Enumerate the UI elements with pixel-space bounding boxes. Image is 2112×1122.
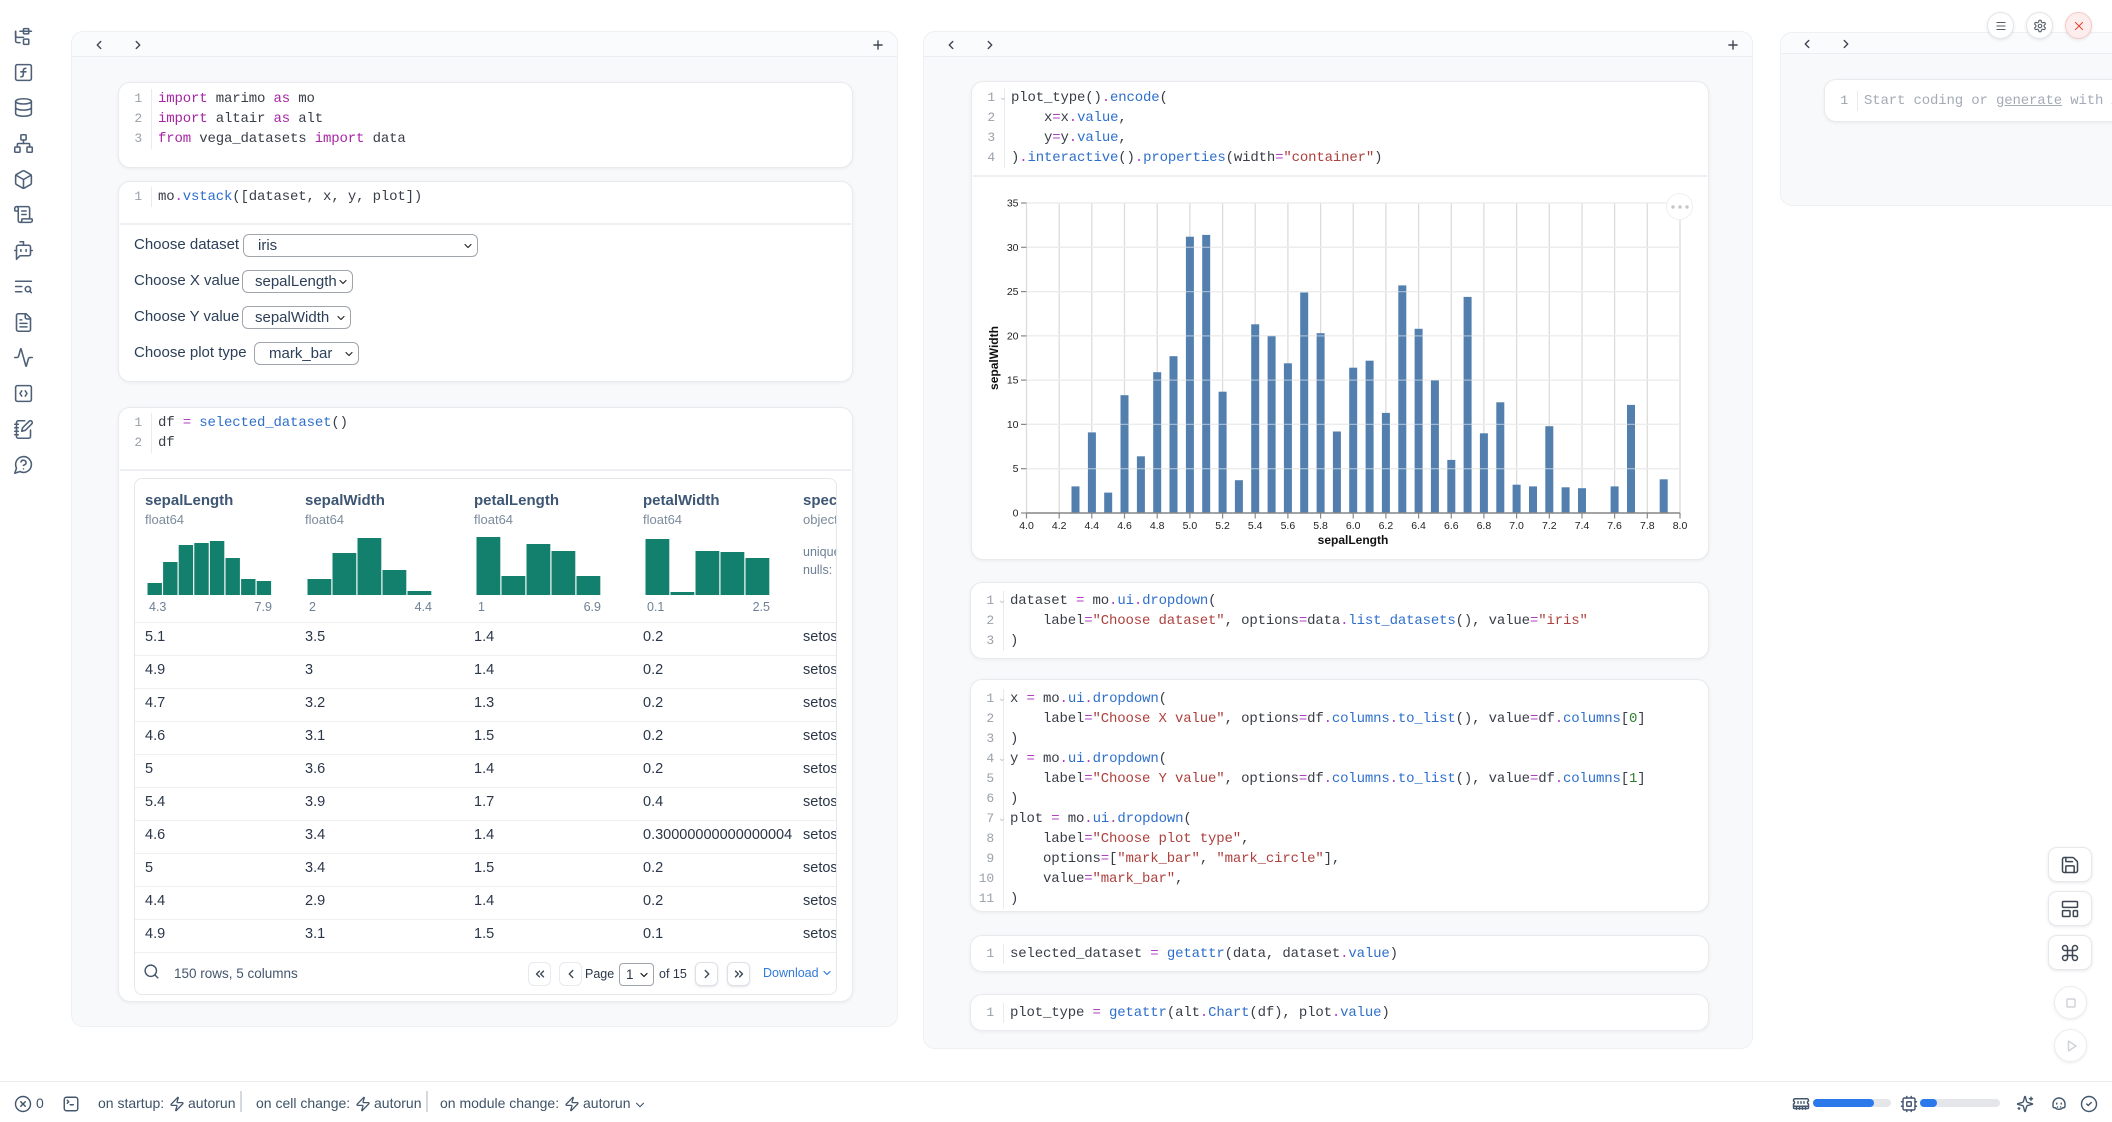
svg-text:4.8: 4.8 — [1150, 520, 1165, 532]
svg-text:7.0: 7.0 — [1509, 520, 1524, 532]
svg-text:6.2: 6.2 — [1379, 520, 1394, 532]
svg-text:25: 25 — [1007, 286, 1019, 298]
svg-text:4.0: 4.0 — [1019, 520, 1034, 532]
svg-text:6.6: 6.6 — [1444, 520, 1459, 532]
svg-text:5.4: 5.4 — [1248, 520, 1263, 532]
svg-text:35: 35 — [1007, 198, 1019, 210]
svg-text:7.4: 7.4 — [1575, 520, 1590, 532]
svg-text:7.8: 7.8 — [1640, 520, 1655, 532]
svg-text:15: 15 — [1007, 375, 1019, 387]
svg-text:7.6: 7.6 — [1607, 520, 1622, 532]
svg-text:7.2: 7.2 — [1542, 520, 1557, 532]
svg-text:5.8: 5.8 — [1313, 520, 1328, 532]
svg-text:6.8: 6.8 — [1477, 520, 1492, 532]
svg-text:20: 20 — [1007, 330, 1019, 342]
svg-text:5.6: 5.6 — [1281, 520, 1296, 532]
svg-text:5.2: 5.2 — [1215, 520, 1230, 532]
svg-text:4.2: 4.2 — [1052, 520, 1067, 532]
svg-text:8.0: 8.0 — [1673, 520, 1688, 532]
svg-text:4.6: 4.6 — [1117, 520, 1132, 532]
svg-text:sepalWidth: sepalWidth — [987, 326, 1001, 390]
svg-text:6.0: 6.0 — [1346, 520, 1361, 532]
svg-text:10: 10 — [1007, 419, 1019, 431]
svg-text:0: 0 — [1013, 508, 1019, 520]
svg-text:5.0: 5.0 — [1183, 520, 1198, 532]
svg-text:4.4: 4.4 — [1084, 520, 1099, 532]
svg-text:6.4: 6.4 — [1411, 520, 1426, 532]
svg-text:sepalLength: sepalLength — [1318, 533, 1389, 547]
svg-text:5: 5 — [1013, 463, 1019, 475]
svg-text:30: 30 — [1007, 242, 1019, 254]
